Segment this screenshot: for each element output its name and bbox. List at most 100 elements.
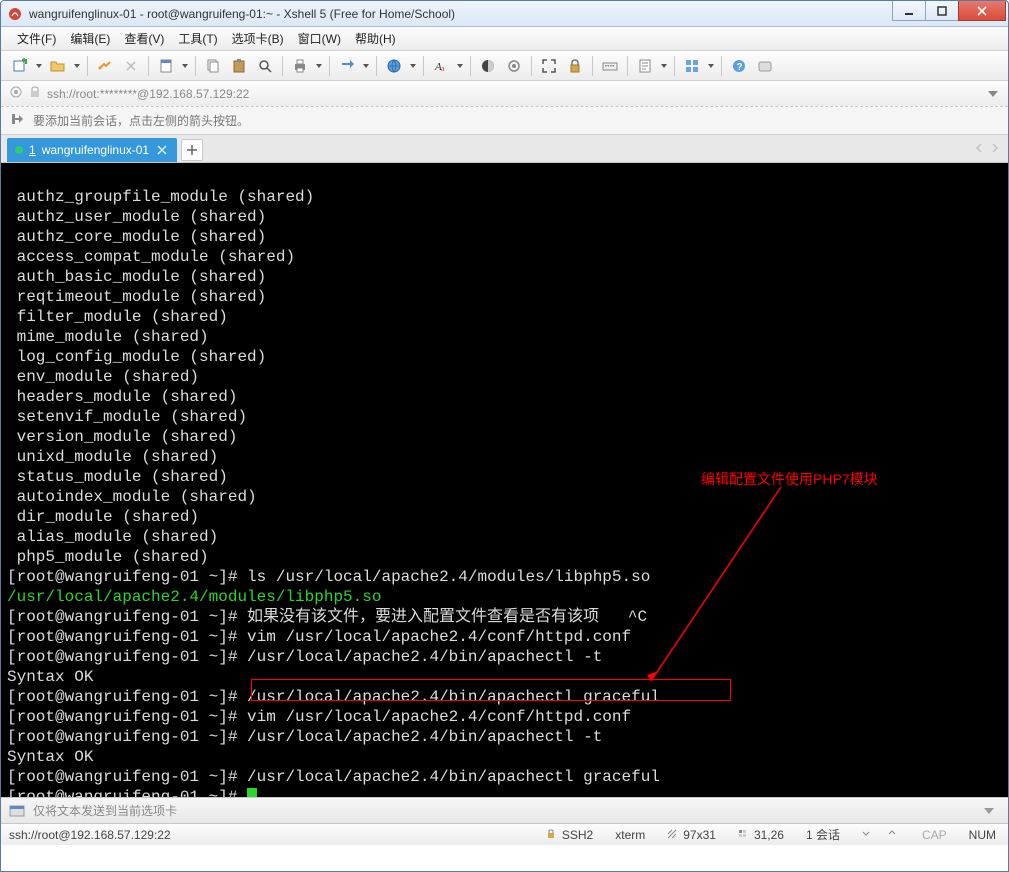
hint-bar: 要添加当前会话，点击左侧的箭头按钮。: [1, 107, 1008, 135]
terminal-line: [root@wangruifeng-01 ~]# 如果没有该文件，要进入配置文件…: [7, 608, 647, 626]
terminal-line: version_module (shared): [7, 428, 237, 446]
paste-icon[interactable]: [228, 55, 250, 77]
window-maximize-button[interactable]: [925, 1, 959, 21]
find-icon[interactable]: [254, 55, 276, 77]
terminal-line: reqtimeout_module (shared): [7, 288, 266, 306]
terminal-line: php5_module (shared): [7, 548, 209, 566]
terminal-line: alias_module (shared): [7, 528, 218, 546]
open-folder-dropdown[interactable]: [73, 64, 81, 68]
tab-next-icon[interactable]: [988, 139, 1002, 157]
menu-tools[interactable]: 工具(T): [172, 27, 223, 50]
status-ssh: SSH2: [542, 828, 597, 842]
new-session-icon[interactable]: [9, 55, 31, 77]
terminal-line: [root@wangruifeng-01 ~]# /usr/local/apac…: [7, 768, 660, 786]
status-size: 97x31: [663, 828, 720, 842]
send-mode-icon[interactable]: [9, 803, 25, 819]
color-scheme-icon[interactable]: [477, 55, 499, 77]
lock-tiny-icon: [546, 829, 558, 841]
bookmark-icon[interactable]: [9, 85, 23, 102]
tab-add-button[interactable]: [181, 139, 203, 161]
open-folder-icon[interactable]: [47, 55, 69, 77]
properties-dropdown[interactable]: [181, 64, 189, 68]
toolbar-separator: [531, 56, 532, 76]
highlight-icon[interactable]: [503, 55, 525, 77]
connection-status-icon: [15, 146, 23, 154]
status-sessions: 1 会话: [802, 826, 844, 843]
address-dropdown-icon[interactable]: [986, 87, 1000, 101]
toolbar-separator: [87, 56, 88, 76]
chevron-down-icon[interactable]: [888, 829, 900, 841]
tile-icon[interactable]: [681, 55, 703, 77]
terminal-line: setenvif_module (shared): [7, 408, 247, 426]
print-icon[interactable]: [289, 55, 311, 77]
tab-prev-icon[interactable]: [972, 139, 986, 157]
toolbar-separator: [376, 56, 377, 76]
menu-tabs[interactable]: 选项卡(B): [226, 27, 290, 50]
transfer-dropdown[interactable]: [362, 64, 370, 68]
menu-window[interactable]: 窗口(W): [292, 27, 347, 50]
globe-icon[interactable]: [383, 55, 405, 77]
window-minimize-button[interactable]: [892, 1, 926, 21]
terminal-line: Syntax OK: [7, 748, 93, 766]
help-icon[interactable]: ?: [728, 55, 750, 77]
terminal-line: [root@wangruifeng-01 ~]# /usr/local/apac…: [7, 728, 602, 746]
script-dropdown[interactable]: [660, 64, 668, 68]
tile-dropdown[interactable]: [707, 64, 715, 68]
terminal-line: dir_module (shared): [7, 508, 199, 526]
toolbar-separator: [674, 56, 675, 76]
window-close-button[interactable]: [958, 1, 1006, 21]
font-dropdown[interactable]: [456, 64, 464, 68]
copy-icon[interactable]: [202, 55, 224, 77]
menu-view[interactable]: 查看(V): [118, 27, 170, 50]
tab-index: 1: [29, 143, 36, 157]
tab-strip: 1 wangruifenglinux-01: [1, 135, 1008, 163]
status-spacer: [858, 829, 904, 841]
globe-dropdown[interactable]: [409, 64, 417, 68]
terminal-cursor: [247, 788, 257, 797]
status-term: xterm: [611, 828, 649, 842]
script-icon[interactable]: [634, 55, 656, 77]
toolbar-separator: [627, 56, 628, 76]
tab-close-icon[interactable]: [155, 143, 169, 157]
lock-small-icon: [29, 86, 41, 101]
terminal-command: vim /usr/local/apache2.4/conf/httpd.conf: [247, 708, 631, 726]
fullscreen-icon[interactable]: [538, 55, 560, 77]
menu-help[interactable]: 帮助(H): [349, 27, 402, 50]
toolbar-separator: [195, 56, 196, 76]
menu-file[interactable]: 文件(F): [11, 27, 62, 50]
window-titlebar: wangruifenglinux-01 - root@wangruifeng-0…: [1, 1, 1008, 27]
add-session-arrow-icon[interactable]: [9, 111, 25, 130]
properties-icon[interactable]: [155, 55, 177, 77]
toolbar-separator: [329, 56, 330, 76]
terminal-line: env_module (shared): [7, 368, 199, 386]
font-icon[interactable]: Aa: [430, 55, 452, 77]
app-icon: [7, 6, 23, 22]
annotation-label: 编辑配置文件使用PHP7模块: [701, 469, 878, 489]
keyboard-icon[interactable]: [599, 55, 621, 77]
terminal-line: headers_module (shared): [7, 388, 237, 406]
session-tab[interactable]: 1 wangruifenglinux-01: [7, 138, 177, 162]
menu-edit[interactable]: 编辑(E): [64, 27, 116, 50]
terminal-output[interactable]: authz_groupfile_module (shared) authz_us…: [1, 163, 1008, 797]
terminal-line: [root@wangruifeng-01 ~]# ls /usr/local/a…: [7, 568, 650, 586]
terminal-line-path: /usr/local/apache2.4/modules/libphp5.so: [7, 588, 381, 606]
svg-text:?: ?: [737, 62, 743, 73]
input-hint-text[interactable]: 仅将文本发送到当前选项卡: [33, 802, 976, 819]
terminal-line: [root@wangruifeng-01 ~]# /usr/local/apac…: [7, 688, 660, 706]
reconnect-icon[interactable]: [94, 55, 116, 77]
disconnect-icon[interactable]: [120, 55, 142, 77]
new-session-dropdown[interactable]: [35, 64, 43, 68]
address-text[interactable]: ssh://root:********@192.168.57.129:22: [47, 87, 980, 101]
transfer-icon[interactable]: [336, 55, 358, 77]
lock-icon[interactable]: [564, 55, 586, 77]
about-icon[interactable]: [754, 55, 776, 77]
toolbar-separator: [148, 56, 149, 76]
terminal-line: log_config_module (shared): [7, 348, 266, 366]
toolbar-separator: [592, 56, 593, 76]
input-dropdown-icon[interactable]: [984, 803, 1000, 819]
chevron-up-icon[interactable]: [862, 829, 874, 841]
annotation-arrow: [641, 483, 791, 693]
terminal-line: auth_basic_module (shared): [7, 268, 266, 286]
print-dropdown[interactable]: [315, 64, 323, 68]
window-title: wangruifenglinux-01 - root@wangruifeng-0…: [29, 7, 1004, 21]
